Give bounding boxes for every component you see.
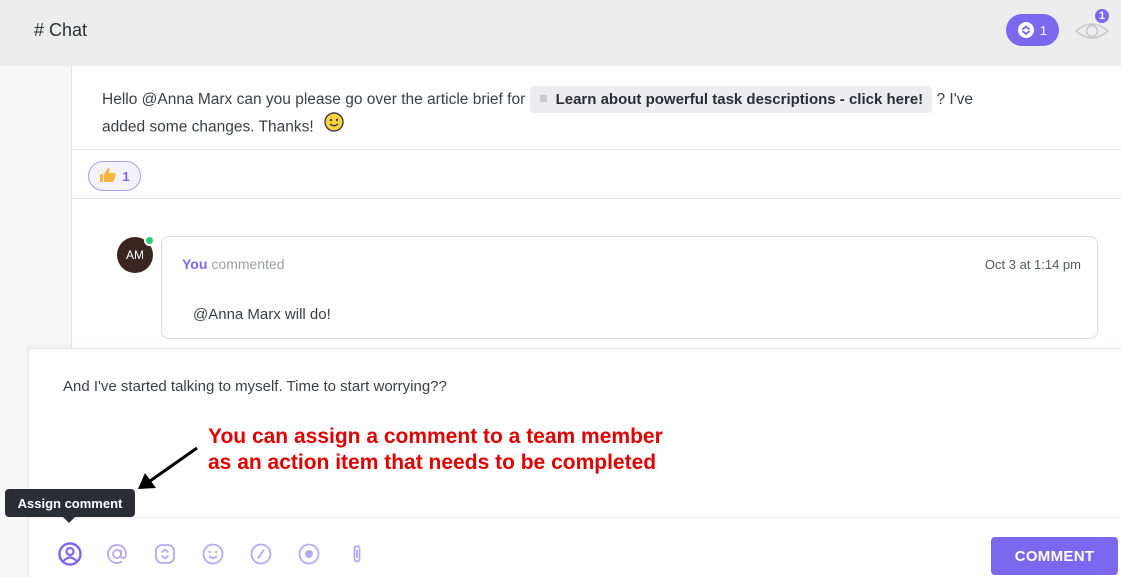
online-status-dot [144, 235, 155, 246]
reply-action: commented [211, 256, 285, 272]
subtasks-icon [1017, 22, 1034, 38]
record-button[interactable] [297, 539, 345, 569]
divider [72, 198, 1121, 199]
smiley-emoji-icon [324, 112, 344, 141]
comment-button[interactable]: COMMENT [991, 537, 1118, 575]
assign-comment-button[interactable] [57, 539, 105, 569]
task-status-icon [539, 94, 547, 102]
thumbs-up-icon [99, 167, 117, 186]
slash-command-icon [250, 543, 272, 565]
subtasks-button[interactable]: 1 [1006, 14, 1059, 46]
chat-title: # Chat [34, 20, 88, 40]
annotation-line-2: as an action item that needs to be compl… [208, 451, 657, 474]
reaction-count: 1 [122, 168, 130, 184]
mention-button[interactable] [105, 539, 153, 569]
mention-icon [107, 544, 127, 564]
emoji-icon [202, 543, 224, 565]
avatar-initials: AM [126, 248, 144, 262]
subtasks-count: 1 [1039, 22, 1048, 38]
reply-card: You commented Oct 3 at 1:14 pm @Anna Marx… [161, 236, 1098, 339]
chat-header: # Chat 1 1 [0, 0, 1121, 66]
thumbs-up-reaction[interactable]: 1 [88, 161, 141, 191]
task-button[interactable] [153, 539, 201, 569]
divider [72, 149, 1121, 150]
comment-message: Hello @Anna Marx can you please go over … [102, 86, 1092, 142]
attachment-icon [353, 545, 361, 563]
watchers-button[interactable]: 1 [1073, 7, 1111, 47]
composer-toolbar [57, 539, 393, 569]
emoji-button[interactable] [201, 539, 249, 569]
watchers-count-badge: 1 [1093, 7, 1111, 25]
avatar[interactable]: AM [117, 235, 155, 273]
task-link[interactable]: Learn about powerful task descriptions -… [529, 86, 933, 113]
annotation-text: You can assign a comment to a team membe… [208, 424, 663, 476]
reply-header: You commented [182, 256, 285, 272]
reply-timestamp: Oct 3 at 1:14 pm [984, 257, 1081, 272]
annotation-line-1: You can assign a comment to a team membe… [208, 425, 663, 448]
task-icon [155, 544, 175, 564]
reply-body: @Anna Marx will do! [193, 306, 331, 323]
assign-comment-icon [58, 542, 82, 566]
task-link-label: Learn about powerful task descriptions -… [555, 91, 924, 108]
reply-author[interactable]: You [182, 256, 207, 272]
message-text-suffix: ? I've [932, 91, 974, 108]
tooltip-pointer [63, 517, 75, 523]
message-text-suffix-2: added some changes. Thanks! [102, 118, 314, 136]
attachment-button[interactable] [345, 539, 393, 569]
slash-command-button[interactable] [249, 539, 297, 569]
comment-input[interactable]: And I've started talking to myself. Time… [63, 378, 447, 395]
divider [29, 517, 1121, 518]
comment-thread: Hello @Anna Marx can you please go over … [71, 66, 1121, 348]
assign-comment-tooltip: Assign comment [5, 489, 135, 523]
record-icon [298, 543, 320, 565]
message-text-prefix: Hello @Anna Marx can you please go over … [102, 91, 530, 108]
tooltip-label: Assign comment [17, 495, 123, 511]
